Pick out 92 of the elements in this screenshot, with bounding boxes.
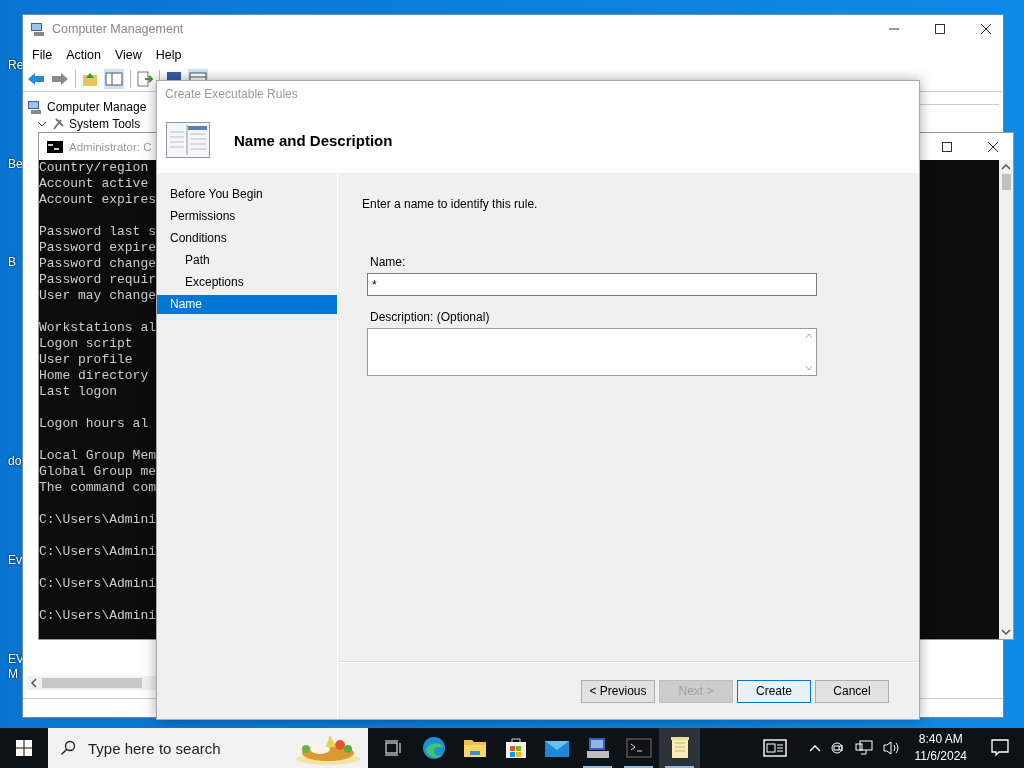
console-line: C:\Users\Admini	[39, 576, 156, 592]
console-line: User may change	[39, 288, 156, 304]
console-line: Password change	[39, 256, 156, 272]
wizard-step[interactable]: Path	[157, 251, 337, 270]
desktop-icon-label[interactable]: Ev	[8, 553, 22, 567]
terminal-icon	[47, 140, 63, 153]
browser-icon	[421, 736, 446, 760]
tools-icon	[51, 116, 65, 131]
desktop-icon-label[interactable]: Be	[8, 157, 23, 171]
console-line: Global Group me	[39, 464, 156, 480]
close-icon[interactable]	[981, 24, 991, 34]
console-line: C:\Users\Admini	[39, 608, 156, 624]
computer-icon	[585, 736, 610, 760]
console-line: C:\Users\Admini	[39, 512, 156, 528]
notepad-icon	[669, 736, 690, 760]
scroll-left-icon[interactable]	[30, 678, 38, 688]
network-icon[interactable]	[854, 740, 873, 756]
desktop-icon-label[interactable]: M	[8, 667, 18, 681]
wizard-step[interactable]: Conditions	[157, 229, 337, 248]
console-line: Account expires	[39, 192, 156, 208]
computer-icon	[27, 98, 43, 115]
console-line: Last logon	[39, 384, 118, 400]
console-line: Account active	[39, 176, 150, 192]
tree-item[interactable]: System Tools	[69, 116, 141, 131]
menu-item[interactable]: File	[25, 48, 60, 62]
dialog-button[interactable]: Create	[737, 679, 811, 703]
task-view-icon	[383, 740, 402, 756]
field-label: Name:	[370, 255, 407, 269]
scrollbar-thumb[interactable]	[42, 678, 142, 688]
menu-item[interactable]: View	[107, 48, 149, 62]
window-panes-icon	[166, 122, 210, 158]
terminal-icon	[625, 738, 652, 758]
export-list-icon[interactable]	[137, 71, 153, 87]
menu-item[interactable]: Action	[59, 48, 108, 62]
search-field[interactable]: Type here to search	[48, 728, 368, 768]
window-title: Computer Management	[52, 22, 184, 36]
chevron-up-icon[interactable]	[808, 744, 821, 752]
scrollbar-thumb[interactable]	[1001, 174, 1011, 190]
speaker-icon[interactable]	[882, 740, 901, 756]
vertical-scrollbar[interactable]	[999, 160, 1013, 639]
scroll-down-icon[interactable]	[1001, 628, 1011, 636]
forward-arrow-icon[interactable]	[51, 72, 69, 86]
close-icon[interactable]	[988, 141, 998, 152]
console-line: Workstations al	[39, 320, 156, 336]
clock-date: 11/6/2024	[914, 748, 967, 765]
console-line: Password expire	[39, 240, 156, 256]
maximize-icon[interactable]	[942, 141, 952, 152]
window-title: Administrator: C	[69, 140, 152, 153]
field-label: Description: (Optional)	[370, 310, 491, 324]
console-line: Logon hours al	[39, 416, 150, 432]
dialog-heading: Name and Description	[234, 131, 393, 149]
console-line: Logon script	[39, 336, 134, 352]
news-icon[interactable]	[762, 739, 787, 757]
dialog-button[interactable]: Cancel	[815, 679, 889, 703]
console-line: Password requir	[39, 272, 156, 288]
scroll-up-icon[interactable]	[1001, 163, 1011, 171]
instruction-text: Enter a name to identify this rule.	[362, 197, 539, 211]
desktop-icon-label[interactable]: B	[8, 255, 16, 269]
desktop-icon-label[interactable]: do	[8, 454, 22, 468]
tree-item[interactable]: Computer Manage	[47, 99, 147, 114]
wizard-step[interactable]: Exceptions	[157, 273, 337, 292]
chat-bubble-icon[interactable]	[991, 739, 1009, 757]
folder-icon	[462, 738, 487, 758]
windows-logo-icon[interactable]	[16, 740, 32, 756]
computer-icon	[30, 21, 46, 37]
console-line: Country/region	[39, 160, 150, 176]
console-line: User profile	[39, 352, 134, 368]
tree-pane-icon[interactable]	[104, 69, 124, 89]
desktop-icon-label[interactable]: Re	[8, 58, 24, 72]
back-arrow-icon[interactable]	[27, 72, 45, 86]
store-bag-icon	[504, 737, 527, 759]
console-line: Password last s	[39, 224, 156, 240]
console-line: The command com	[39, 480, 156, 496]
menu-item[interactable]: Help	[148, 48, 189, 62]
clock[interactable]: 8:40 AM 11/6/2024	[914, 731, 967, 765]
maximize-icon[interactable]	[935, 24, 945, 34]
console-line: C:\Users\Admini	[39, 544, 156, 560]
console-line: Home directory	[39, 368, 150, 384]
camera-icon[interactable]	[830, 740, 845, 756]
name-field[interactable]: *	[367, 273, 817, 296]
wizard-step[interactable]: Before You Begin	[157, 185, 337, 204]
wizard-step[interactable]: Name	[157, 295, 337, 314]
folder-up-icon[interactable]	[82, 71, 98, 87]
console-line: Local Group Mem	[39, 448, 156, 464]
dialog-button[interactable]: < Previous	[581, 679, 655, 703]
search-icon	[60, 740, 76, 756]
horizontal-scrollbar[interactable]	[27, 676, 157, 690]
wizard-step[interactable]: Permissions	[157, 207, 337, 226]
clock-time: 8:40 AM	[918, 731, 963, 748]
envelope-icon	[543, 738, 570, 758]
taskbar-button[interactable]	[659, 728, 700, 768]
dialog-title: Create Executable Rules	[157, 81, 919, 107]
